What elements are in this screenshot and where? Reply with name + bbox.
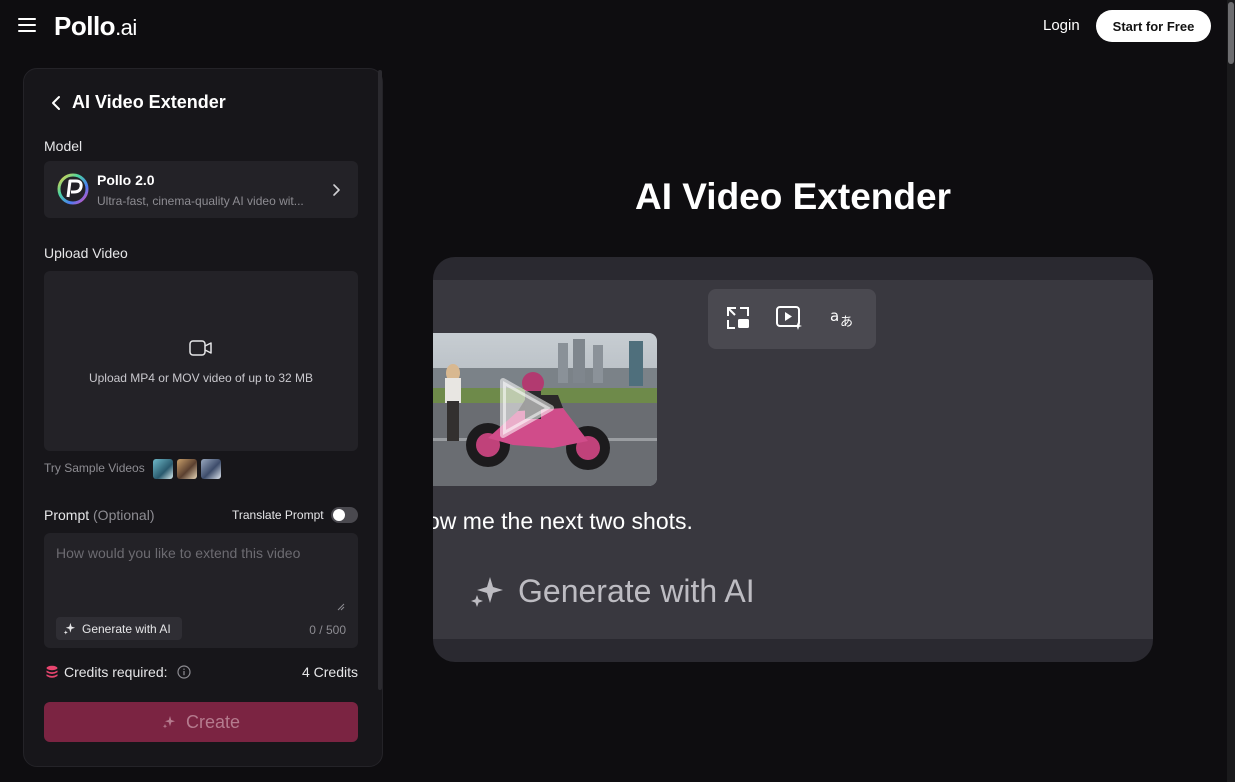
demo-video-thumbnail[interactable] xyxy=(433,333,657,486)
back-arrow-icon[interactable] xyxy=(48,94,64,112)
sample-video-thumbnail[interactable] xyxy=(153,459,173,479)
translate-prompt-label: Translate Prompt xyxy=(232,508,324,522)
pollo-model-logo-icon xyxy=(57,173,89,205)
chevron-right-icon xyxy=(333,184,340,196)
info-icon[interactable] xyxy=(177,665,191,679)
demo-prompt-text: ow me the next two shots. xyxy=(433,508,693,534)
logo-suffix: .ai xyxy=(115,15,137,40)
generate-with-ai-label: Generate with AI xyxy=(82,621,171,636)
model-name: Pollo 2.0 xyxy=(97,172,155,188)
demo-generate-label: Generate with AI xyxy=(518,573,755,609)
translate-icon[interactable]: a あ xyxy=(829,304,857,332)
menu-icon[interactable] xyxy=(18,18,36,32)
page-scrollbar[interactable] xyxy=(1227,0,1235,782)
resize-frame-icon[interactable] xyxy=(724,304,752,332)
demo-preview: a あ ow me the next two shots. Generate w… xyxy=(433,257,1153,662)
create-button[interactable]: Create xyxy=(44,702,358,742)
sparkle-icon xyxy=(162,716,175,729)
sparkle-icon xyxy=(471,576,503,607)
toggle-knob xyxy=(333,509,345,521)
panel-title: AI Video Extender xyxy=(72,92,226,112)
play-icon[interactable] xyxy=(497,377,555,439)
model-label: Model xyxy=(44,138,83,154)
character-counter: 0 / 500 xyxy=(309,623,346,637)
page-scrollbar-thumb[interactable] xyxy=(1228,2,1234,64)
video-magic-icon[interactable] xyxy=(775,304,803,332)
logo-main: Pollo xyxy=(54,11,116,41)
credits-required-label: Credits required: xyxy=(64,664,168,680)
create-button-label: Create xyxy=(185,711,241,732)
model-selector[interactable] xyxy=(44,161,358,218)
prompt-optional-text: (Optional) xyxy=(93,507,155,523)
credits-coin-stack-icon xyxy=(46,665,58,678)
sparkle-icon xyxy=(63,622,76,635)
try-sample-videos-label: Try Sample Videos xyxy=(44,461,145,475)
prompt-label-text: Prompt xyxy=(44,507,90,523)
model-description: Ultra-fast, cinema-quality AI video wit.… xyxy=(97,194,304,208)
generate-with-ai-button[interactable]: Generate with AI xyxy=(56,617,182,640)
upload-dropzone[interactable] xyxy=(44,271,358,451)
video-camera-icon xyxy=(189,340,212,356)
sample-video-thumbnail[interactable] xyxy=(201,459,221,479)
login-link[interactable]: Login xyxy=(1043,17,1080,34)
prompt-textarea[interactable] xyxy=(56,545,346,607)
upload-video-label: Upload Video xyxy=(44,245,128,261)
page-title: AI Video Extender xyxy=(635,176,951,217)
svg-text:a: a xyxy=(830,307,839,325)
start-for-free-button[interactable]: Start for Free xyxy=(1096,10,1211,42)
prompt-label: Prompt (Optional) xyxy=(44,507,154,523)
sample-video-thumbnail[interactable] xyxy=(177,459,197,479)
demo-generate-with-ai: Generate with AI xyxy=(470,573,755,610)
top-bar: Pollo.ai Login Start for Free xyxy=(0,0,1227,54)
upload-hint: Upload MP4 or MOV video of up to 32 MB xyxy=(88,371,314,385)
credits-value: 4 Credits xyxy=(301,664,358,680)
logo[interactable]: Pollo.ai xyxy=(54,11,137,42)
svg-text:あ: あ xyxy=(840,315,853,330)
resize-grip-icon[interactable] xyxy=(337,603,345,611)
panel-scrollbar[interactable] xyxy=(378,70,382,690)
